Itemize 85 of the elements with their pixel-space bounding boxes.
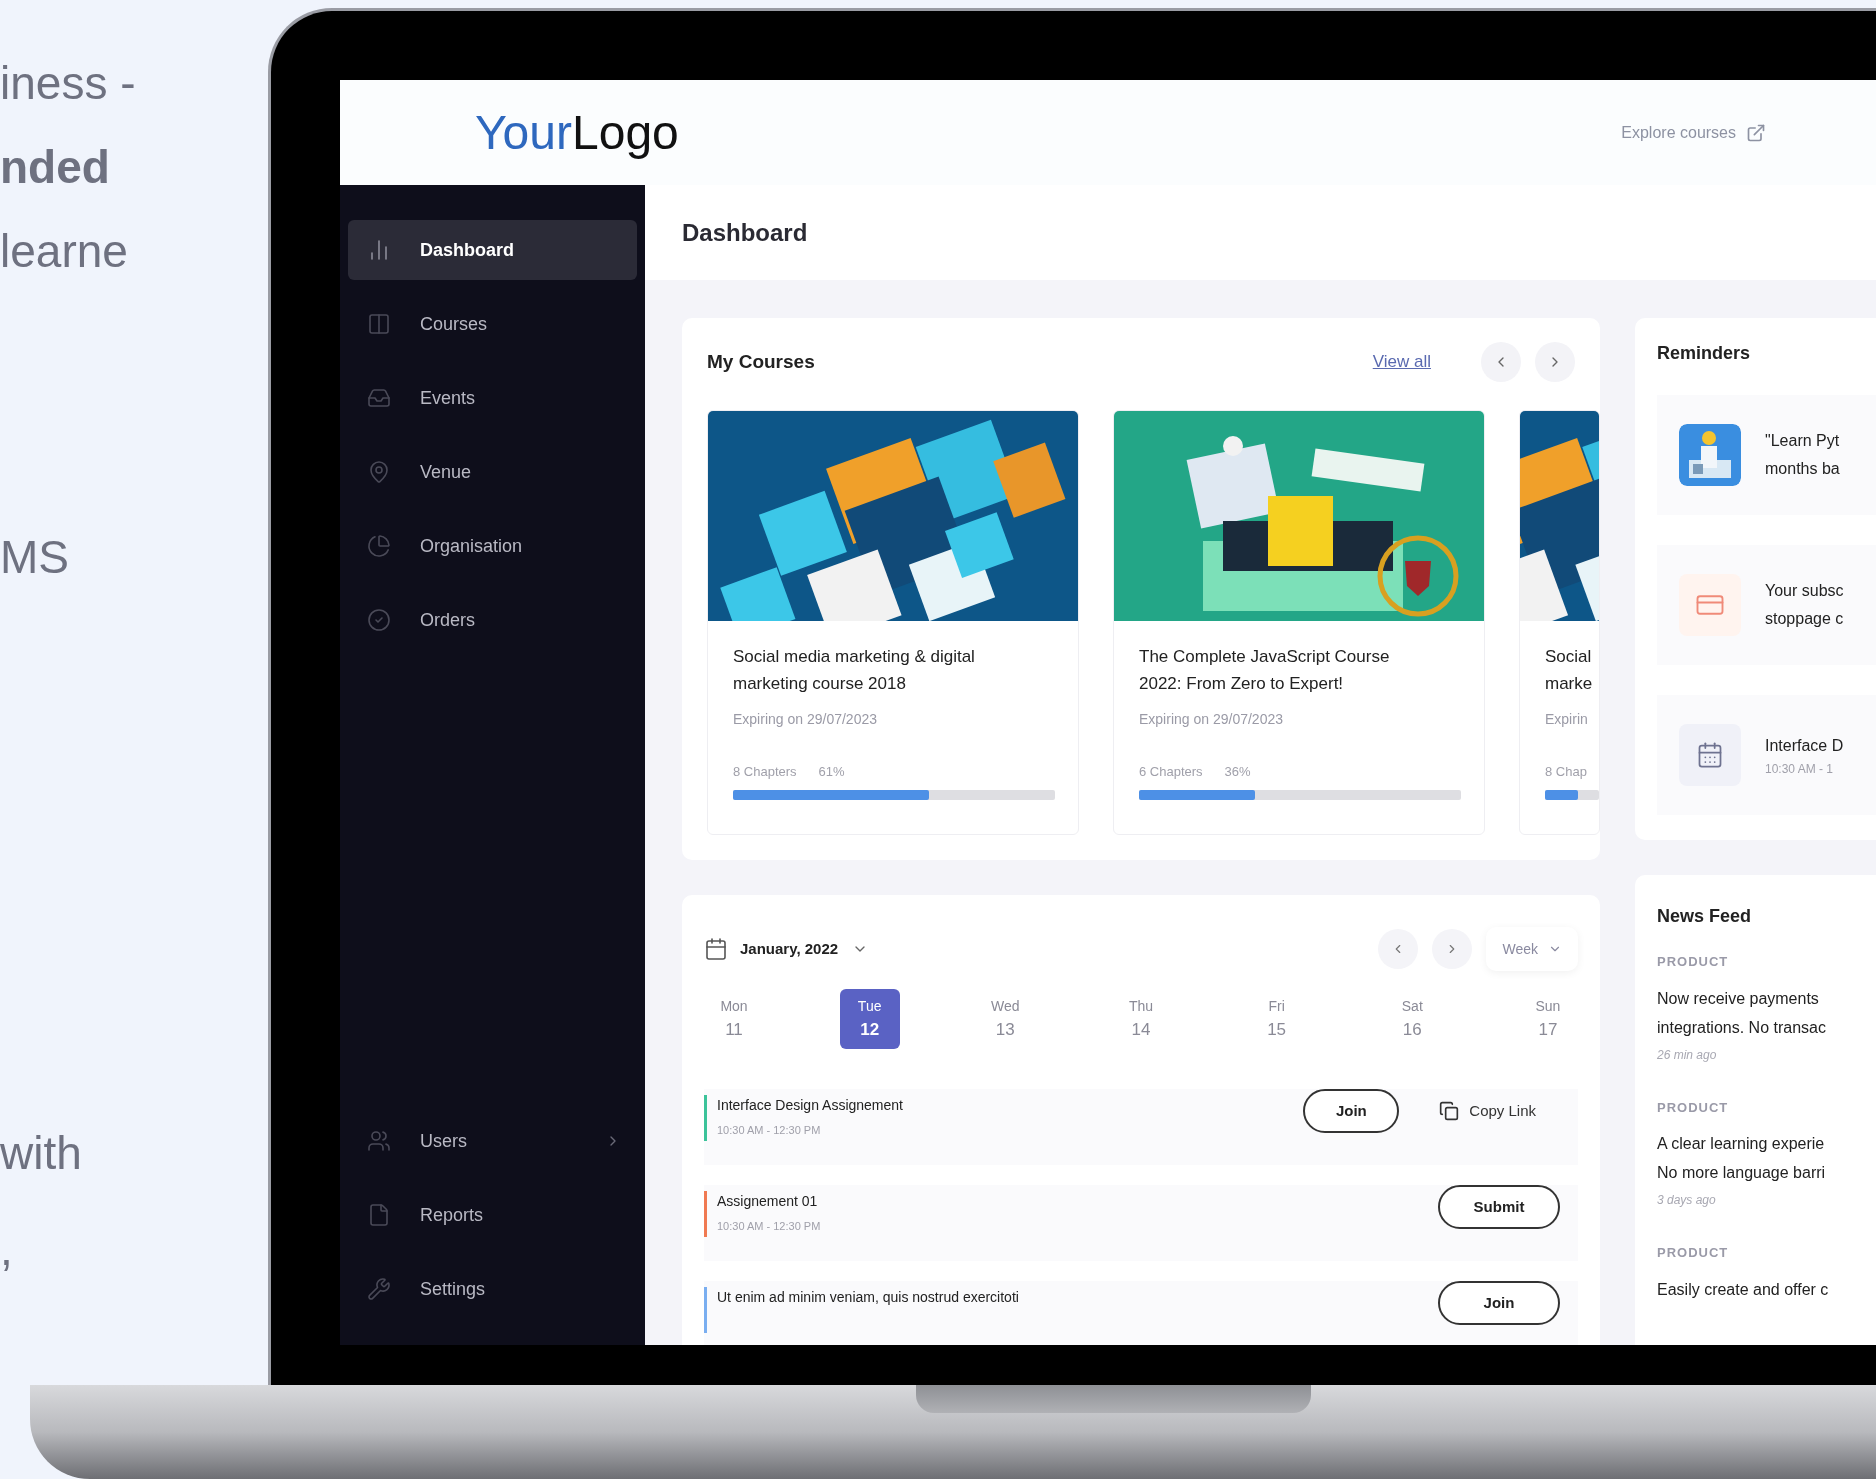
reminder-item[interactable]: "Learn Pyt months ba bbox=[1657, 395, 1876, 515]
map-pin-icon bbox=[367, 460, 391, 484]
news-text: Now receive payments integrations. No transac bbox=[1657, 988, 1827, 1038]
external-link-icon bbox=[1746, 122, 1766, 143]
users-icon bbox=[367, 1129, 391, 1153]
day-cell[interactable]: Thu 14 bbox=[1110, 989, 1171, 1049]
sidebar-item[interactable]: Dashboard bbox=[348, 220, 637, 280]
course-title: Social media marketing & digital marketing course 2018 bbox=[733, 646, 976, 695]
course-card[interactable]: Social media marketing & digital marketing course 2018 Expiring on 29/07/2023 8 Chapters 61% bbox=[707, 410, 1079, 835]
day-cell[interactable]: Sat 16 bbox=[1382, 989, 1443, 1049]
news-category: PRODUCT bbox=[1657, 1244, 1730, 1262]
action-button[interactable]: Join bbox=[1303, 1089, 1400, 1133]
month-label: January, 2022 bbox=[740, 938, 839, 959]
reminder-time: 10:30 AM - 1 bbox=[1765, 761, 1835, 778]
action-button[interactable]: Join bbox=[1438, 1281, 1560, 1325]
sidebar-item[interactable]: Events bbox=[348, 368, 637, 428]
course-title: The Complete JavaScript Course 2022: From Zero to Expert! bbox=[1139, 646, 1391, 695]
chapter-count: 8 Chapters bbox=[733, 763, 797, 781]
progress-percent: 36% bbox=[1224, 763, 1251, 781]
chapter-count: 6 Chapters bbox=[1139, 763, 1203, 781]
course-card[interactable]: The Complete JavaScript Course 2022: From Zero to Expert! Expiring on 29/07/2023 6 Chapters 36% bbox=[1113, 410, 1485, 835]
next-button[interactable] bbox=[1432, 929, 1473, 969]
expiry-date: Expiring on 29/07/2023 bbox=[733, 710, 878, 729]
action-button[interactable]: Submit bbox=[1438, 1185, 1560, 1229]
copy-link-button[interactable]: Copy Link bbox=[1439, 1089, 1560, 1133]
reminder-item[interactable]: Interface D 10:30 AM - 1 bbox=[1657, 695, 1876, 815]
logo: YourLogo bbox=[475, 108, 679, 157]
section-title: My Courses bbox=[707, 349, 815, 374]
news-time: 3 days ago bbox=[1657, 1192, 1717, 1209]
event-title: Assignement 01 bbox=[717, 1192, 819, 1211]
sidebar-item[interactable]: Orders bbox=[348, 590, 637, 650]
pie-chart-icon bbox=[367, 534, 391, 558]
marketing-text: MS bbox=[0, 530, 70, 585]
day-cell[interactable]: Wed 13 bbox=[975, 989, 1036, 1049]
file-icon bbox=[367, 1203, 391, 1227]
course-card[interactable]: Social marke Expirin 8 Chap bbox=[1519, 410, 1600, 835]
reminder-item[interactable]: Your subsc stoppage c bbox=[1657, 545, 1876, 665]
sidebar-item[interactable]: Organisation bbox=[348, 516, 637, 576]
day-cell[interactable]: Tue 12 bbox=[839, 989, 900, 1049]
reminder-text: "Learn Pyt months ba bbox=[1765, 431, 1840, 479]
next-button[interactable] bbox=[1535, 342, 1575, 382]
section-title: News Feed bbox=[1657, 905, 1753, 928]
news-category: PRODUCT bbox=[1657, 1098, 1730, 1117]
previous-button[interactable] bbox=[1378, 929, 1419, 969]
reminder-text: Interface D bbox=[1765, 736, 1844, 756]
event-time: 10:30 AM - 12:30 PM bbox=[717, 1219, 821, 1234]
view-all-link[interactable]: View all bbox=[1372, 349, 1431, 375]
reminder-text: Your subsc stoppage c bbox=[1765, 581, 1844, 629]
marketing-text: iness - bbox=[0, 56, 137, 111]
marketing-text: with bbox=[0, 1126, 83, 1181]
page-title: Dashboard bbox=[682, 217, 808, 248]
inbox-icon bbox=[367, 386, 391, 410]
marketing-text: , bbox=[0, 1222, 14, 1277]
progress-percent: 61% bbox=[818, 763, 845, 781]
news-time: 26 min ago bbox=[1657, 1046, 1718, 1064]
event-row[interactable]: Ut enim ad minim veniam, quis nostrud exercitoti Join bbox=[704, 1281, 1578, 1345]
check-circle-icon bbox=[367, 608, 391, 632]
sidebar-item[interactable]: Courses bbox=[348, 294, 637, 354]
previous-button[interactable] bbox=[1481, 342, 1521, 382]
chapter-count: 8 Chap bbox=[1545, 763, 1587, 781]
copy-icon bbox=[1439, 1101, 1460, 1121]
calendar-icon bbox=[1696, 741, 1724, 769]
marketing-text: learne bbox=[0, 224, 129, 279]
news-text: A clear learning experie No more language barri bbox=[1657, 1134, 1827, 1183]
day-cell[interactable]: Mon 11 bbox=[704, 989, 764, 1049]
sidebar-item[interactable]: Settings bbox=[348, 1259, 637, 1319]
event-title: Interface Design Assignement bbox=[717, 1096, 903, 1115]
event-row[interactable]: Interface Design Assignement 10:30 AM - 12:30 PM Join Copy Link bbox=[704, 1089, 1578, 1165]
course-title: Social marke bbox=[1545, 646, 1594, 695]
calendar-icon bbox=[704, 937, 728, 961]
wrench-icon bbox=[367, 1277, 391, 1301]
event-title: Ut enim ad minim veniam, quis nostrud exercitoti bbox=[717, 1288, 1019, 1307]
sidebar-item[interactable]: Users bbox=[348, 1111, 637, 1171]
sidebar-item[interactable]: Venue bbox=[348, 442, 637, 502]
marketing-text: nded bbox=[0, 140, 111, 195]
expiry-date: Expirin bbox=[1545, 710, 1589, 729]
news-category: PRODUCT bbox=[1657, 953, 1730, 971]
sidebar-item[interactable]: Reports bbox=[348, 1185, 637, 1245]
event-row[interactable]: Assignement 01 10:30 AM - 12:30 PM Submit bbox=[704, 1185, 1578, 1261]
columns-icon bbox=[367, 312, 391, 336]
event-time: 10:30 AM - 12:30 PM bbox=[717, 1123, 822, 1138]
news-text: Easily create and offer c bbox=[1657, 1279, 1830, 1300]
section-title: Reminders bbox=[1657, 342, 1752, 365]
expiry-date: Expiring on 29/07/2023 bbox=[1139, 710, 1284, 729]
day-cell[interactable]: Sun 17 bbox=[1517, 989, 1578, 1049]
